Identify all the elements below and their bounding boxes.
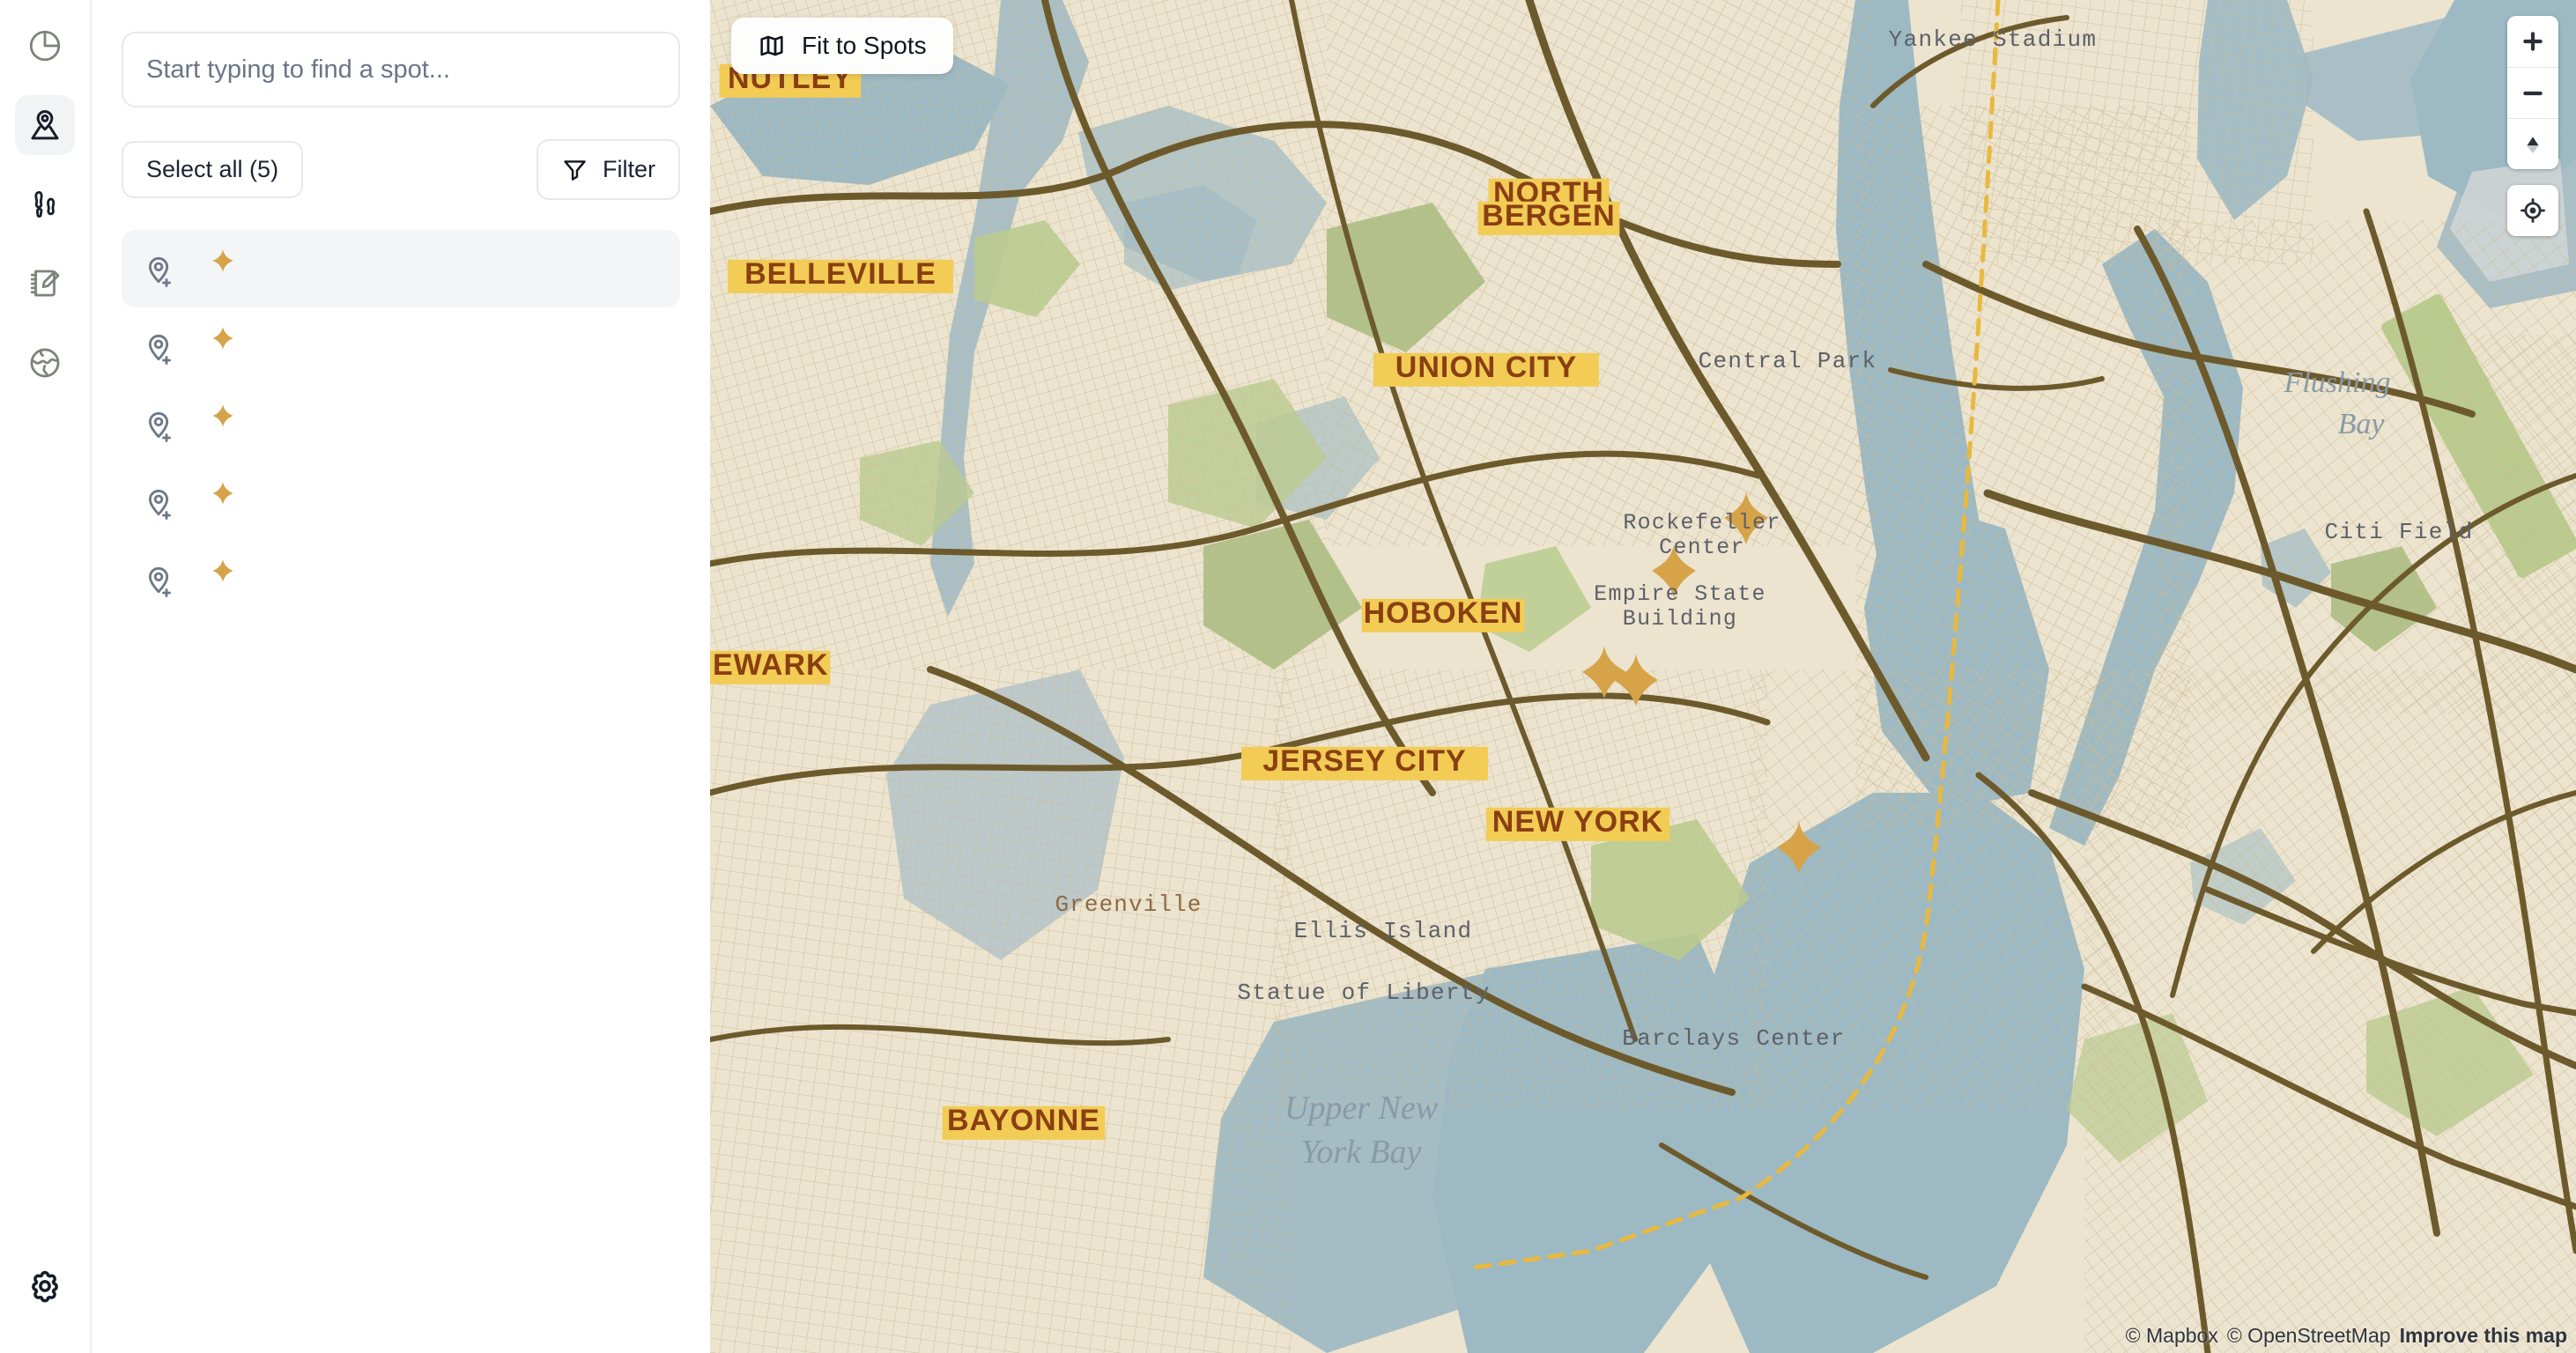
map-tiles: NUTLEY NORTH BERGEN BELLEVILLE UNION CITY HOB… xyxy=(710,0,2576,1353)
geolocate-button[interactable] xyxy=(2507,185,2558,236)
spots-panel: Select all (5) Filter xyxy=(92,0,710,1353)
spot-text xyxy=(196,248,236,281)
attribution-osm[interactable]: © OpenStreetMap xyxy=(2227,1324,2391,1348)
panel-actions: Select all (5) Filter xyxy=(122,139,680,200)
city-label: UNION CITY xyxy=(1395,351,1577,384)
app-root: Select all (5) Filter xyxy=(0,0,2576,1353)
spot-title-row xyxy=(196,248,236,274)
map-pin-plus-icon[interactable] xyxy=(141,403,176,445)
spot-text xyxy=(196,403,236,436)
poi-label: Statue of Liberty xyxy=(1237,980,1490,1006)
city-label: JERSEY CITY xyxy=(1262,744,1466,778)
gold-diamond-icon xyxy=(210,248,236,274)
map-attribution: © Mapbox © OpenStreetMap Improve this ma… xyxy=(2126,1324,2567,1348)
water-label: Upper New xyxy=(1284,1090,1439,1127)
map-pin-plus-icon[interactable] xyxy=(141,480,176,522)
list-item[interactable] xyxy=(122,385,680,462)
attribution-improve-link[interactable]: Improve this map xyxy=(2400,1324,2567,1348)
sidebar-rail xyxy=(0,0,92,1353)
pie-chart-icon xyxy=(26,27,63,64)
city-label: BELLEVILLE xyxy=(744,257,936,291)
poi-label: Barclays Center xyxy=(1622,1025,1846,1052)
map-pin-plus-icon[interactable] xyxy=(141,248,176,290)
list-item[interactable] xyxy=(122,307,680,385)
globe-icon xyxy=(26,344,63,381)
geolocate-control-group xyxy=(2507,185,2558,236)
sidebar-item-notes[interactable] xyxy=(15,254,75,314)
gold-diamond-icon xyxy=(210,480,236,506)
poi-label: Center xyxy=(1659,535,1745,560)
spot-title-row xyxy=(196,558,236,584)
map-folded-icon xyxy=(758,32,786,60)
spot-title-row xyxy=(196,403,236,429)
compass-button[interactable] xyxy=(2507,118,2558,169)
gold-diamond-icon xyxy=(210,325,236,351)
spot-title-row xyxy=(196,480,236,506)
filter-button[interactable]: Filter xyxy=(537,139,680,200)
water-label: Flushing xyxy=(2284,366,2391,399)
crosshair-icon xyxy=(2519,196,2547,225)
filter-label: Filter xyxy=(603,156,655,182)
gear-icon xyxy=(26,1268,63,1305)
city-label: NEW YORK xyxy=(1492,805,1663,839)
spot-list xyxy=(122,230,680,617)
poi-label: Yankee Stadium xyxy=(1889,26,2098,53)
fit-to-spots-button[interactable]: Fit to Spots xyxy=(731,18,953,74)
gold-diamond-icon xyxy=(210,558,236,584)
list-item[interactable] xyxy=(122,462,680,540)
poi-label: Empire State xyxy=(1594,581,1766,607)
gold-diamond-icon xyxy=(210,403,236,429)
zoom-in-button[interactable] xyxy=(2507,16,2558,67)
notebook-pencil-icon xyxy=(26,265,63,302)
search-input[interactable] xyxy=(146,55,655,85)
zoom-out-button[interactable] xyxy=(2507,67,2558,118)
sidebar-item-analytics[interactable] xyxy=(15,16,75,76)
spot-title-row xyxy=(196,325,236,351)
poi-label: Citi Field xyxy=(2324,519,2473,545)
list-item[interactable] xyxy=(122,230,680,307)
spot-text xyxy=(196,558,236,591)
funnel-icon xyxy=(561,156,588,183)
spot-text xyxy=(196,325,236,359)
footsteps-icon xyxy=(26,186,63,223)
sidebar-item-settings[interactable] xyxy=(15,1256,75,1316)
poi-label: Ellis Island xyxy=(1294,918,1473,944)
zoom-control-group xyxy=(2507,16,2558,169)
minus-icon xyxy=(2519,79,2547,107)
poi-label: Central Park xyxy=(1699,348,1877,374)
city-label: HOBOKEN xyxy=(1364,596,1523,630)
poi-label: Building xyxy=(1623,606,1737,632)
poi-label: Rockefeller xyxy=(1623,510,1780,536)
neighborhood-label: Greenville xyxy=(1055,891,1202,918)
fit-to-spots-label: Fit to Spots xyxy=(802,32,927,59)
sidebar-item-explore[interactable] xyxy=(15,333,75,393)
map-pin-plus-icon[interactable] xyxy=(141,325,176,367)
search-field-wrapper[interactable] xyxy=(122,32,680,107)
list-item[interactable] xyxy=(122,540,680,617)
attribution-mapbox[interactable]: © Mapbox xyxy=(2126,1324,2218,1348)
compass-needle-icon xyxy=(2519,130,2547,159)
select-all-label: Select all (5) xyxy=(146,156,279,182)
city-label: NEWARK xyxy=(710,648,829,682)
map-pin-person-icon xyxy=(26,107,63,144)
map-view[interactable]: NUTLEY NORTH BERGEN BELLEVILLE UNION CITY HOB… xyxy=(710,0,2576,1353)
city-label: BAYONNE xyxy=(947,1104,1100,1137)
city-label: BERGEN xyxy=(1482,199,1615,233)
plus-icon xyxy=(2519,27,2547,55)
sidebar-item-spots[interactable] xyxy=(15,95,75,155)
water-label: Bay xyxy=(2338,408,2386,440)
map-pin-plus-icon[interactable] xyxy=(141,558,176,600)
water-label: York Bay xyxy=(1301,1134,1422,1171)
sidebar-item-trips[interactable] xyxy=(15,174,75,234)
spot-text xyxy=(196,480,236,514)
select-all-button[interactable]: Select all (5) xyxy=(122,141,304,198)
map-controls xyxy=(2507,16,2558,236)
